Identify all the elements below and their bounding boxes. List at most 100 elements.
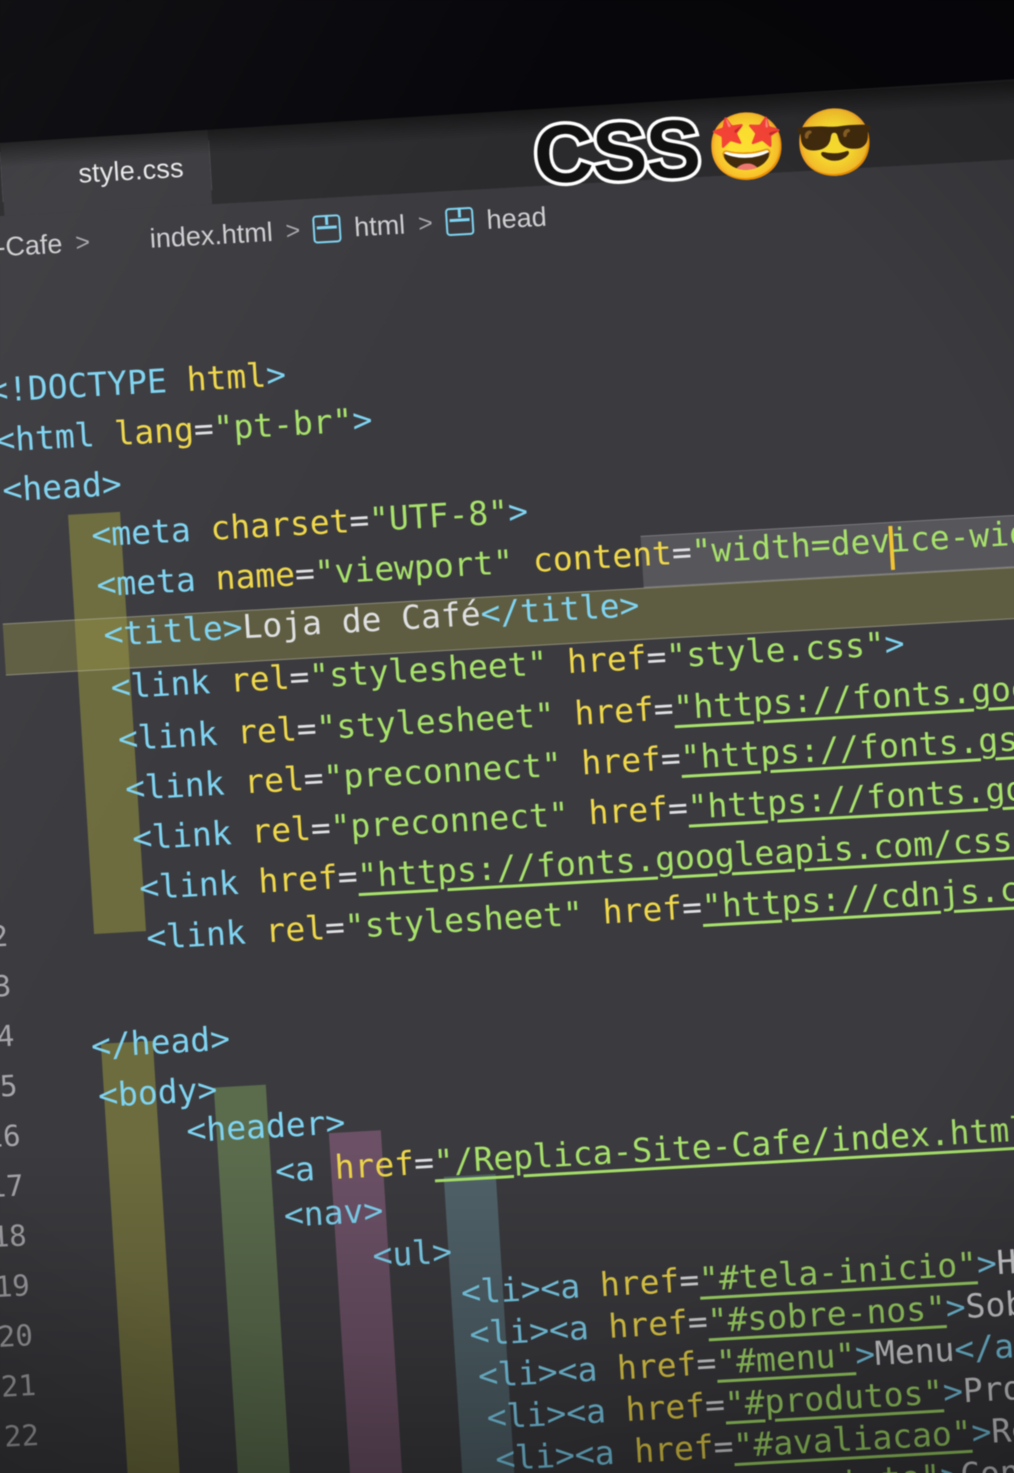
token-href-googlea[interactable]: "https://fonts.googlea — [672, 664, 1014, 727]
token-rel-stylesheet: "stylesheet" — [315, 695, 556, 748]
vscode-window: ection View Go Run Terminal Help ← → ml … — [0, 2, 1014, 1473]
token-viewport-val: "viewport" — [313, 542, 515, 593]
token-rel-attr: rel — [242, 759, 305, 802]
token-txt-produtos: Produtos — [961, 1362, 1014, 1411]
code-line-13: </head> — [89, 1018, 232, 1066]
token-href-index[interactable]: "/Replica-Site-Cafe/index.html" — [433, 1108, 1014, 1181]
token-name-attr: name — [214, 554, 297, 598]
token-content-val: "width=device-width, — [690, 509, 1014, 572]
token-doctype-close: > — [264, 354, 288, 395]
token-a-tag: <a — [273, 1147, 336, 1191]
breadcrumb-item-index-html[interactable]: index.html — [149, 216, 274, 254]
token-doctype-name: html — [185, 355, 268, 399]
token-eq: = — [293, 553, 316, 594]
token-href-attr: href — [565, 637, 648, 682]
symbol-cube-icon-2 — [444, 206, 475, 237]
code-line-17: <nav> — [282, 1190, 385, 1235]
token-rel-stylesheet: "stylesheet" — [308, 643, 549, 696]
token-li-a: <li><a — [476, 1348, 619, 1396]
breadcrumb-item-project[interactable]: e-Cafe — [0, 228, 63, 263]
token-header-tag: <header> — [185, 1102, 347, 1151]
token-href-attr: href — [573, 689, 655, 733]
token-eq: = — [670, 532, 693, 573]
token-rel-attr: rel — [250, 808, 312, 852]
token-txt-home: Home — [995, 1238, 1014, 1283]
token-head-close: </head> — [89, 1018, 232, 1066]
token-eq: = — [192, 408, 215, 449]
code-line-15: <header> — [185, 1102, 347, 1151]
token-link-tag: <link — [123, 762, 246, 809]
breadcrumb-separator-3: > — [417, 208, 434, 238]
token-lang-attr: lang — [113, 409, 195, 454]
token-charset-val: "UTF-8" — [367, 492, 510, 539]
code-line-14: <body> — [96, 1069, 219, 1115]
token-href-attr: href — [333, 1143, 416, 1187]
token-href-attr: href — [624, 1385, 707, 1430]
code-line-18: <ul> — [371, 1232, 453, 1275]
breadcrumb-item-html[interactable]: html — [353, 209, 406, 243]
token-rel-attr: rel — [235, 709, 298, 752]
token-gt: > — [506, 491, 530, 532]
token-gt: > — [941, 1371, 965, 1412]
token-gt: > — [351, 399, 374, 440]
token-link-tag: <link — [145, 911, 267, 958]
token-li-a: <li><a — [468, 1306, 610, 1354]
token-eq: = — [412, 1142, 436, 1183]
code-line-2: <html lang="pt-br"> — [0, 399, 374, 460]
token-rel-stylesheet: "stylesheet" — [343, 893, 585, 946]
code-line-16: <a href="/Replica-Site-Cafe/index.html">… — [273, 1103, 1014, 1191]
token-charset-attr: charset — [209, 501, 351, 548]
code-line-1: <!DOCTYPE html> — [0, 354, 288, 411]
photograph-of-monitor: ection View Go Run Terminal Help ← → ml … — [0, 0, 1014, 1473]
token-href-attr: href — [580, 739, 663, 783]
token-title-open: <title> — [102, 607, 244, 654]
overlay-sticker: CSS 🤩 😎 — [529, 100, 878, 205]
code-line-4: <meta charset="UTF-8"> — [90, 491, 530, 554]
token-txt-review: Review — [990, 1405, 1014, 1451]
breadcrumb-separator-1: > — [74, 227, 91, 257]
breadcrumb-item-head[interactable]: head — [486, 201, 548, 235]
token-gt: > — [970, 1411, 993, 1452]
token-rel-attr: rel — [228, 657, 291, 701]
token-doctype-open: <!DOCTYPE — [0, 360, 188, 411]
token-eq: = — [302, 757, 325, 799]
token-href-attr: href — [601, 888, 684, 932]
token-eq: = — [295, 708, 318, 749]
token-href-attr: href — [598, 1260, 681, 1305]
token-eq: = — [348, 500, 371, 541]
token-body-tag: <body> — [96, 1069, 219, 1115]
token-content-attr: content — [531, 533, 674, 580]
token-eq: = — [336, 856, 359, 897]
token-li-a: <li><a — [494, 1431, 636, 1473]
token-href-attr: href — [587, 788, 670, 833]
token-href-menu[interactable]: "#menu" — [715, 1335, 856, 1382]
symbol-cube-icon — [312, 214, 343, 244]
css-file-icon: 3 — [37, 157, 53, 184]
token-li-a: <li><a — [485, 1390, 627, 1437]
tab-label-style-css: style.css — [77, 152, 185, 189]
token-rel-preconnect: "preconnect" — [329, 794, 570, 847]
html-file-icon: 5 — [112, 222, 127, 248]
code-editor[interactable]: 2 3 4 15 16 17 18 19 20 21 22 23 24 25 <… — [0, 214, 1014, 1473]
sunglasses-emoji-icon: 😎 — [792, 102, 878, 184]
token-href-attr: href — [607, 1302, 690, 1346]
token-txt-sobre: Sobre — [964, 1281, 1014, 1326]
token-link-tag: <link — [138, 861, 260, 908]
token-meta-tag: <meta — [95, 558, 217, 605]
token-gt: > — [939, 1456, 961, 1473]
code-content[interactable]: <!DOCTYPE html> <html lang="pt-br"> <hea… — [0, 214, 1014, 1473]
token-title-close: </title> — [479, 585, 641, 633]
token-title-text: Loja de Café — [241, 593, 482, 647]
code-line-3: <head> — [1, 464, 122, 510]
token-link-tag: <link — [109, 661, 232, 707]
token-link-tag: <link — [131, 812, 253, 858]
token-gt: > — [944, 1286, 967, 1328]
token-eq: = — [288, 656, 311, 697]
breadcrumb-separator-2: > — [284, 215, 302, 245]
token-gt: > — [883, 623, 906, 664]
token-close-a-li: </a></li> — [953, 1319, 1014, 1369]
token-nav-tag: <nav> — [282, 1190, 385, 1235]
star-struck-emoji-icon: 🤩 — [703, 106, 790, 187]
token-lang-val: "pt-br" — [212, 400, 354, 448]
token-href-attr: href — [257, 857, 339, 901]
